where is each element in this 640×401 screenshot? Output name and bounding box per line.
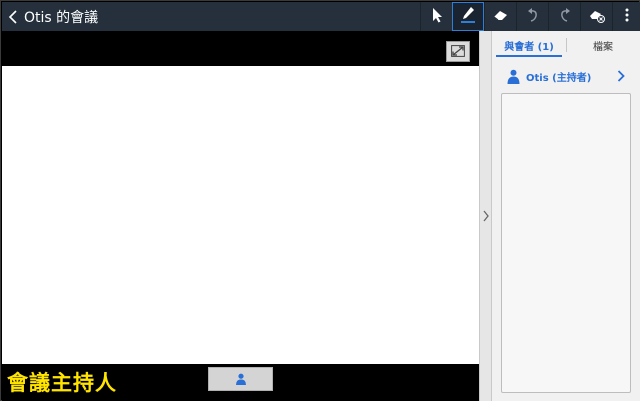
page-title: Otis 的會議 bbox=[24, 9, 99, 26]
side-panel: 與會者 (1) 檔案 Otis (主持者) bbox=[492, 31, 640, 401]
chevron-right-icon bbox=[616, 68, 626, 84]
person-icon bbox=[235, 370, 247, 389]
toolbar bbox=[420, 2, 640, 31]
chevron-left-icon bbox=[2, 2, 24, 31]
more-vertical-icon bbox=[625, 7, 629, 26]
back-button[interactable]: Otis 的會議 bbox=[2, 2, 412, 31]
eraser-tool-button[interactable] bbox=[484, 2, 516, 31]
pointer-tool-button[interactable] bbox=[420, 2, 452, 31]
undo-icon bbox=[526, 7, 540, 27]
tab-label: 與會者 (1) bbox=[504, 41, 554, 53]
whiteboard-canvas[interactable] bbox=[2, 66, 479, 364]
participant-detail-box bbox=[501, 93, 631, 393]
pen-tool-button[interactable] bbox=[452, 2, 484, 31]
eraser-icon bbox=[492, 7, 510, 27]
fullscreen-button[interactable] bbox=[446, 41, 470, 62]
tab-divider bbox=[566, 38, 567, 52]
overflow-menu-button[interactable] bbox=[612, 2, 640, 31]
presenter-button[interactable] bbox=[208, 367, 273, 391]
eraser-clear-icon bbox=[588, 7, 606, 27]
redo-icon bbox=[558, 7, 572, 27]
redo-button[interactable] bbox=[548, 2, 580, 31]
action-bar: Otis 的會議 bbox=[2, 2, 640, 31]
tab-files[interactable]: 檔案 bbox=[566, 31, 640, 59]
undo-button[interactable] bbox=[516, 2, 548, 31]
board-header-strip bbox=[2, 31, 479, 66]
participant-name: Otis (主持者) bbox=[526, 72, 592, 84]
panel-splitter-handle[interactable] bbox=[479, 31, 492, 401]
clear-drawing-button[interactable] bbox=[580, 2, 612, 31]
pen-icon bbox=[459, 5, 477, 29]
expand-icon bbox=[451, 42, 465, 61]
participant-item[interactable]: Otis (主持者) bbox=[492, 63, 640, 89]
person-icon bbox=[506, 68, 520, 84]
tab-label: 檔案 bbox=[593, 41, 613, 53]
tab-participants[interactable]: 與會者 (1) bbox=[492, 31, 566, 59]
host-caption: 會議主持人 bbox=[7, 371, 117, 395]
cursor-arrow-icon bbox=[430, 7, 444, 27]
app-window: Otis 的會議 會議主持人 與會者 (1) 檔案 Otis (主持者) bbox=[0, 0, 640, 401]
chevron-right-icon bbox=[482, 207, 489, 226]
